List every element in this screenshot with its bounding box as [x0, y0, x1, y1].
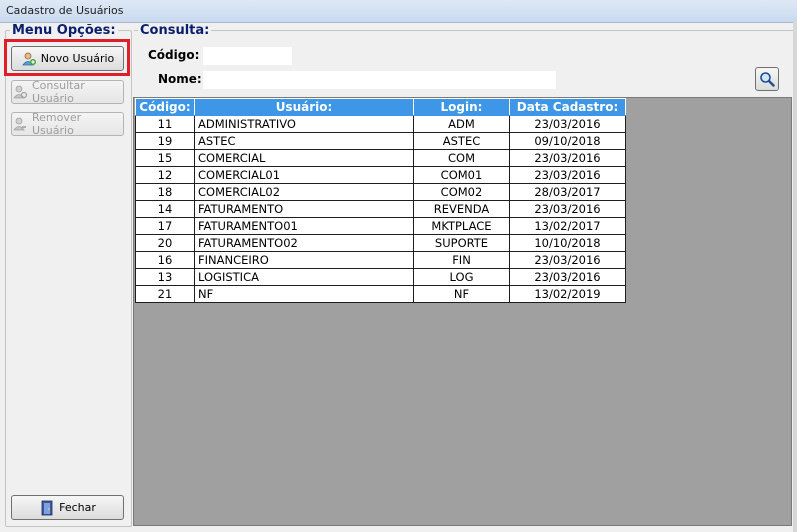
- cell-usuario: FATURAMENTO: [194, 200, 414, 218]
- novo-usuario-button[interactable]: Novo Usuário: [11, 46, 124, 71]
- cell-login: ADM: [413, 115, 510, 133]
- cell-data: 28/03/2017: [509, 183, 626, 201]
- cell-data: 23/03/2016: [509, 268, 626, 286]
- cell-usuario: NF: [194, 285, 414, 303]
- window-titlebar: Cadastro de Usuários: [0, 0, 797, 23]
- table-row[interactable]: 16 FINANCEIRO FIN 23/03/2016: [135, 251, 626, 269]
- window-edge: [793, 22, 797, 532]
- cell-data: 23/03/2016: [509, 149, 626, 167]
- header-usuario[interactable]: Usuário:: [194, 98, 414, 116]
- remover-usuario-label: Remover Usuário: [32, 111, 82, 137]
- consultar-usuario-label: Consultar Usuário: [32, 79, 85, 105]
- remover-usuario-button[interactable]: Remover Usuário: [11, 111, 124, 137]
- users-table: Código: Usuário: Login: Data Cadastro: 1…: [135, 98, 626, 303]
- magnifier-icon: [759, 71, 775, 87]
- cell-usuario: ADMINISTRATIVO: [194, 115, 414, 133]
- cell-login: REVENDA: [413, 200, 510, 218]
- cell-codigo: 14: [135, 200, 195, 218]
- cell-codigo: 17: [135, 217, 195, 235]
- fechar-label: Fechar: [59, 501, 96, 514]
- cell-login: COM: [413, 149, 510, 167]
- cell-codigo: 11: [135, 115, 195, 133]
- table-row[interactable]: 12 COMERCIAL01 COM01 23/03/2016: [135, 166, 626, 184]
- cell-login: NF: [413, 285, 510, 303]
- cell-data: 23/03/2016: [509, 251, 626, 269]
- users-grid: Código: Usuário: Login: Data Cadastro: 1…: [133, 97, 792, 526]
- codigo-input[interactable]: [203, 47, 292, 65]
- cell-login: COM02: [413, 183, 510, 201]
- novo-usuario-label: Novo Usuário: [40, 52, 115, 65]
- cell-login: COM01: [413, 166, 510, 184]
- menu-legend: Menu Opções:: [10, 23, 118, 38]
- cell-data: 23/03/2016: [509, 115, 626, 133]
- cell-usuario: FINANCEIRO: [194, 251, 414, 269]
- search-user-icon: [12, 84, 28, 100]
- add-user-icon: [21, 51, 37, 67]
- cell-data: 13/02/2019: [509, 285, 626, 303]
- exit-door-icon: [39, 500, 55, 516]
- fechar-button[interactable]: Fechar: [11, 495, 124, 520]
- cell-data: 10/10/2018: [509, 234, 626, 252]
- header-login[interactable]: Login:: [413, 98, 510, 116]
- consultar-usuario-button[interactable]: Consultar Usuário: [11, 79, 124, 105]
- table-row[interactable]: 11 ADMINISTRATIVO ADM 23/03/2016: [135, 115, 626, 133]
- table-row[interactable]: 15 COMERCIAL COM 23/03/2016: [135, 149, 626, 167]
- consulta-legend: Consulta:: [138, 23, 212, 38]
- cell-login: LOG: [413, 268, 510, 286]
- cell-codigo: 19: [135, 132, 195, 150]
- cell-login: ASTEC: [413, 132, 510, 150]
- cell-login: MKTPLACE: [413, 217, 510, 235]
- cell-codigo: 16: [135, 251, 195, 269]
- table-header-row: Código: Usuário: Login: Data Cadastro:: [135, 98, 626, 116]
- remove-user-icon: [12, 116, 28, 132]
- table-row[interactable]: 13 LOGISTICA LOG 23/03/2016: [135, 268, 626, 286]
- cell-usuario: COMERCIAL01: [194, 166, 414, 184]
- cell-codigo: 20: [135, 234, 195, 252]
- cell-codigo: 18: [135, 183, 195, 201]
- cell-login: FIN: [413, 251, 510, 269]
- header-data-cadastro[interactable]: Data Cadastro:: [509, 98, 626, 116]
- cell-codigo: 13: [135, 268, 195, 286]
- cell-codigo: 15: [135, 149, 195, 167]
- cell-usuario: COMERCIAL: [194, 149, 414, 167]
- table-row[interactable]: 19 ASTEC ASTEC 09/10/2018: [135, 132, 626, 150]
- table-row[interactable]: 14 FATURAMENTO REVENDA 23/03/2016: [135, 200, 626, 218]
- cell-data: 23/03/2016: [509, 200, 626, 218]
- cell-usuario: FATURAMENTO02: [194, 234, 414, 252]
- cell-usuario: COMERCIAL02: [194, 183, 414, 201]
- window-title: Cadastro de Usuários: [6, 4, 124, 17]
- cell-usuario: FATURAMENTO01: [194, 217, 414, 235]
- header-codigo[interactable]: Código:: [135, 98, 195, 116]
- cell-codigo: 12: [135, 166, 195, 184]
- cell-usuario: LOGISTICA: [194, 268, 414, 286]
- cell-login: SUPORTE: [413, 234, 510, 252]
- cell-codigo: 21: [135, 285, 195, 303]
- nome-input[interactable]: [203, 71, 556, 89]
- codigo-label: Código:: [148, 48, 200, 62]
- search-button[interactable]: [755, 67, 779, 91]
- nome-label: Nome:: [158, 72, 202, 86]
- cell-data: 13/02/2017: [509, 217, 626, 235]
- cell-data: 23/03/2016: [509, 166, 626, 184]
- table-row[interactable]: 20 FATURAMENTO02 SUPORTE 10/10/2018: [135, 234, 626, 252]
- cell-data: 09/10/2018: [509, 132, 626, 150]
- cell-usuario: ASTEC: [194, 132, 414, 150]
- table-row[interactable]: 18 COMERCIAL02 COM02 28/03/2017: [135, 183, 626, 201]
- table-row[interactable]: 21 NF NF 13/02/2019: [135, 285, 626, 303]
- table-row[interactable]: 17 FATURAMENTO01 MKTPLACE 13/02/2017: [135, 217, 626, 235]
